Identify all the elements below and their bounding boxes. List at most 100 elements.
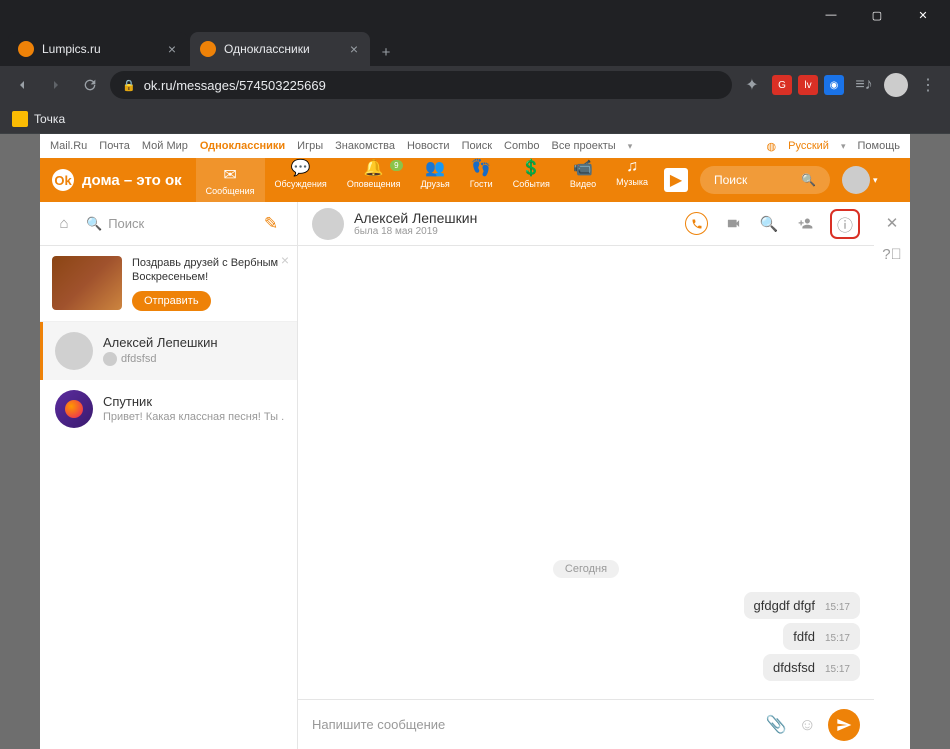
- message-time: 15:17: [825, 602, 850, 613]
- sidebar-promo: Поздравь друзей с Вербным Воскресеньем! …: [40, 246, 297, 322]
- chat-panel: Алексей Лепешкин была 18 мая 2019 🔍 ⓘ Се…: [298, 202, 874, 749]
- ext-icon-1[interactable]: G: [772, 75, 792, 95]
- topbar-games[interactable]: Игры: [297, 140, 323, 152]
- tab-close-icon[interactable]: ×: [348, 39, 360, 59]
- profile-avatar[interactable]: [884, 73, 908, 97]
- tab-close-icon[interactable]: ×: [166, 39, 178, 59]
- tab-lumpics[interactable]: Lumpics.ru ×: [8, 32, 188, 66]
- lock-icon: 🔒: [122, 79, 136, 92]
- tab-title: Одноклассники: [224, 42, 310, 56]
- forward-button[interactable]: [42, 71, 70, 99]
- conversation-item[interactable]: Алексей Лепешкин dfdsfsd: [40, 322, 297, 380]
- address-bar: 🔒 ok.ru/messages/574503225669 ✦ G lv ◉ ≡…: [0, 66, 950, 104]
- win-minimize[interactable]: —: [808, 0, 854, 30]
- compose-button[interactable]: ✎: [257, 210, 285, 238]
- nav-icon: 👥: [425, 158, 445, 178]
- nav-label: События: [513, 179, 550, 189]
- date-separator: Сегодня: [553, 560, 619, 578]
- menu-button[interactable]: ⋮: [914, 71, 942, 99]
- chat-input-bar: Напишите сообщение 📎 ☺: [298, 699, 874, 749]
- topbar-mail[interactable]: Почта: [99, 140, 130, 152]
- attach-button[interactable]: 📎: [765, 715, 786, 735]
- emoji-button[interactable]: ☺: [799, 715, 816, 735]
- ok-logo[interactable]: Ok дома – это ок: [52, 169, 182, 191]
- topbar-search[interactable]: Поиск: [462, 140, 492, 152]
- add-person-button[interactable]: [794, 213, 816, 235]
- message-bubble[interactable]: gfdgdf dfgf15:17: [744, 592, 860, 619]
- nav-item-5[interactable]: 💲События: [503, 158, 560, 202]
- chat-info-button[interactable]: ⓘ: [830, 209, 860, 239]
- win-close[interactable]: ✕: [900, 0, 946, 30]
- nav-item-7[interactable]: ♫Музыка: [606, 158, 658, 202]
- chat-avatar[interactable]: [312, 208, 344, 240]
- sidebar-search-placeholder: Поиск: [108, 216, 144, 231]
- promo-close-icon[interactable]: ×: [281, 252, 289, 268]
- chevron-down-icon: ▾: [873, 175, 878, 186]
- nav-item-4[interactable]: 👣Гости: [460, 158, 503, 202]
- conversation-item[interactable]: СпутникПривет! Какая классная песня! Ты …: [40, 380, 297, 438]
- ok-topbar: Mail.Ru Почта Мой Мир Одноклассники Игры…: [40, 134, 910, 158]
- topbar-projects[interactable]: Все проекты: [552, 140, 616, 152]
- conv-last-message: dfdsfsd: [103, 352, 285, 366]
- new-tab-button[interactable]: +: [372, 38, 400, 66]
- message-text: dfdsfsd: [773, 660, 815, 675]
- chat-messages: Сегодня gfdgdf dfgf15:17 fdfd15:17 dfdsfsd…: [298, 246, 874, 699]
- message-input[interactable]: Напишите сообщение: [312, 717, 753, 732]
- conv-name: Алексей Лепешкин: [103, 335, 285, 350]
- chat-header: Алексей Лепешкин была 18 мая 2019 🔍 ⓘ: [298, 202, 874, 246]
- nav-label: Обсуждения: [275, 179, 327, 189]
- topbar-lang[interactable]: Русский: [788, 140, 829, 152]
- bookmark-tochka[interactable]: Toчка: [12, 111, 65, 127]
- topbar-mailru[interactable]: Mail.Ru: [50, 140, 87, 152]
- chat-search-button[interactable]: 🔍: [758, 213, 780, 235]
- sidebar: ⌂ 🔍 Поиск ✎ Поздравь друзей с Вербным Во…: [40, 202, 298, 749]
- conv-avatar: [55, 332, 93, 370]
- favicon-icon: [200, 41, 216, 57]
- message-bubble[interactable]: dfdsfsd 15:17: [763, 654, 860, 681]
- nav-play-button[interactable]: ▶: [664, 168, 688, 192]
- url-text: ok.ru/messages/574503225669: [144, 78, 326, 93]
- tab-ok[interactable]: Одноклассники ×: [190, 32, 370, 66]
- video-call-button[interactable]: [722, 213, 744, 235]
- back-button[interactable]: [8, 71, 36, 99]
- help-chat-button[interactable]: ?⃝: [882, 246, 902, 263]
- send-button[interactable]: [828, 709, 860, 741]
- reload-button[interactable]: [76, 71, 104, 99]
- conv-avatar: [55, 390, 93, 428]
- topbar-news[interactable]: Новости: [407, 140, 450, 152]
- search-icon: 🔍: [801, 173, 816, 187]
- message-time: 15:17: [825, 664, 850, 675]
- win-maximize[interactable]: ▢: [854, 0, 900, 30]
- close-chat-button[interactable]: ✕: [886, 214, 899, 232]
- bookmark-bar: Toчка: [0, 104, 950, 134]
- nav-item-2[interactable]: 🔔Оповещения9: [337, 158, 411, 202]
- nav-search[interactable]: Поиск 🔍: [700, 166, 830, 194]
- nav-avatar[interactable]: [842, 166, 870, 194]
- ok-logo-icon: Ok: [52, 169, 74, 191]
- topbar-mymir[interactable]: Мой Мир: [142, 140, 188, 152]
- conv-last-message: Привет! Какая классная песня! Ты ...: [103, 411, 285, 423]
- ext-icon-3[interactable]: ◉: [824, 75, 844, 95]
- topbar-combo[interactable]: Combo: [504, 140, 539, 152]
- ok-navbar: Ok дома – это ок ✉Сообщения💬Обсуждения🔔О…: [40, 158, 910, 202]
- topbar-dating[interactable]: Знакомства: [335, 140, 395, 152]
- message-bubble[interactable]: fdfd15:17: [783, 623, 860, 650]
- call-button[interactable]: [685, 212, 708, 235]
- promo-text: Поздравь друзей с Вербным Воскресеньем!: [132, 256, 285, 285]
- sidebar-home-button[interactable]: ⌂: [52, 212, 76, 236]
- extensions-icon[interactable]: ✦: [738, 71, 766, 99]
- nav-item-0[interactable]: ✉Сообщения: [196, 158, 265, 202]
- message-row: fdfd15:17: [312, 623, 860, 650]
- reading-list-icon[interactable]: ≡♪: [850, 71, 878, 99]
- topbar-help[interactable]: Помощь: [858, 140, 901, 152]
- topbar-ok[interactable]: Одноклассники: [200, 140, 285, 152]
- nav-item-3[interactable]: 👥Друзья: [411, 158, 460, 202]
- sidebar-search[interactable]: 🔍 Поиск: [76, 216, 257, 232]
- nav-item-6[interactable]: 📹Видео: [560, 158, 606, 202]
- bookmark-label: Toчка: [34, 112, 65, 126]
- nav-item-1[interactable]: 💬Обсуждения: [265, 158, 337, 202]
- chat-status: была 18 мая 2019: [354, 226, 477, 237]
- ext-icon-2[interactable]: lv: [798, 75, 818, 95]
- url-field[interactable]: 🔒 ok.ru/messages/574503225669: [110, 71, 732, 99]
- promo-send-button[interactable]: Отправить: [132, 291, 211, 311]
